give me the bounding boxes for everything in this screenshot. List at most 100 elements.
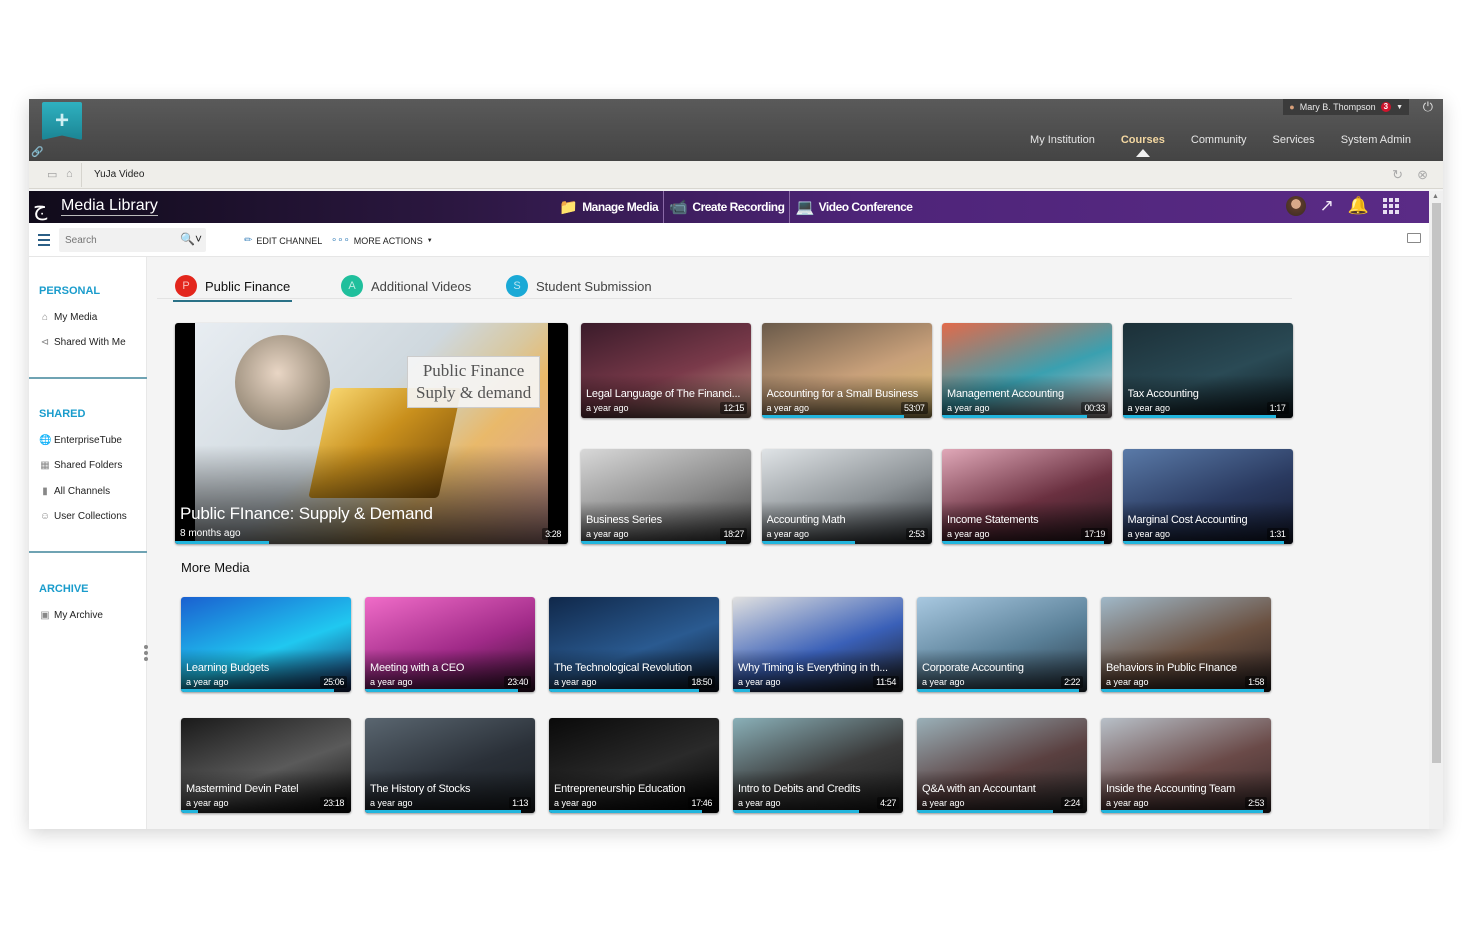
search-icon[interactable]: 🔍˅	[180, 232, 202, 246]
search-input[interactable]	[59, 228, 169, 252]
video-duration: 17:19	[1081, 528, 1108, 540]
video-card[interactable]: Corporate Accounting a year ago 2:22	[917, 597, 1087, 692]
nav-community[interactable]: Community	[1191, 134, 1247, 146]
watch-progress-bar	[181, 810, 198, 813]
user-name: Mary B. Thompson	[1299, 102, 1376, 112]
more-actions-button[interactable]: ∘∘∘ MORE ACTIONS ▼	[331, 235, 433, 246]
bell-icon[interactable]: 🔔	[1348, 196, 1369, 216]
manage-media-button[interactable]: 📁 Manage Media	[554, 191, 665, 223]
external-link-icon[interactable]: ↗	[1320, 196, 1334, 216]
sidebar-item-all-channels[interactable]: ▮ All Channels	[39, 486, 110, 497]
sidebar-item-enterprisetube[interactable]: 🌐 EnterpriseTube	[39, 435, 122, 446]
video-conference-icon: 💻	[795, 199, 814, 216]
video-card[interactable]: Business Series a year ago 18:27	[581, 449, 751, 544]
video-duration: 4:27	[877, 797, 899, 809]
video-card[interactable]: Why Timing is Everything in th... a year…	[733, 597, 903, 692]
video-age: a year ago	[738, 798, 781, 808]
tab-avatar: S	[506, 275, 528, 297]
video-card[interactable]: Learning Budgets a year ago 25:06	[181, 597, 351, 692]
avatar[interactable]	[1285, 196, 1306, 216]
video-duration: 1:13	[509, 797, 531, 809]
video-title: Public FInance: Supply & Demand	[180, 504, 433, 523]
watch-progress-bar	[1122, 415, 1276, 418]
video-card[interactable]: Accounting Math a year ago 2:53	[761, 449, 932, 544]
sidebar-item-my-media[interactable]: ⌂ My Media	[39, 312, 97, 323]
sidebar-item-user-collections[interactable]: ☺ User Collections	[39, 511, 127, 522]
more-media-heading: More Media	[181, 560, 250, 575]
video-age: a year ago	[586, 403, 629, 413]
scroll-up-icon[interactable]: ▲	[1432, 193, 1439, 200]
divider	[81, 163, 82, 187]
more-actions-label: MORE ACTIONS	[353, 235, 423, 246]
scrollbar-thumb[interactable]	[1432, 203, 1441, 763]
home-icon: ⌂	[41, 312, 49, 323]
create-recording-label: Create Recording	[692, 200, 785, 214]
video-duration: 11:54	[873, 676, 899, 688]
video-age: 8 months ago	[180, 528, 241, 539]
video-card[interactable]: Tax Accounting a year ago 1:17	[1122, 323, 1293, 418]
nav-services[interactable]: Services	[1273, 134, 1315, 146]
video-card[interactable]: Inside the Accounting Team a year ago 2:…	[1101, 718, 1271, 813]
watch-progress-bar	[175, 541, 270, 544]
video-title: Why Timing is Everything in th...	[738, 662, 888, 674]
video-card[interactable]: Management Accounting a year ago 00:33	[942, 323, 1112, 418]
hamburger-menu-icon[interactable]	[38, 234, 50, 249]
sidebar-item-shared-with-me[interactable]: ⊲ Shared With Me	[39, 337, 126, 348]
nav-system-admin[interactable]: System Admin	[1341, 134, 1411, 146]
pencil-icon: ✏	[244, 235, 253, 246]
eye-icon[interactable]: ↻	[1392, 167, 1403, 183]
video-title: Tax Accounting	[1127, 388, 1199, 400]
chevron-down-icon: ▼	[426, 237, 433, 244]
video-conference-button[interactable]: 💻 Video Conference	[790, 191, 917, 223]
video-duration: 2:22	[1061, 676, 1083, 688]
power-icon[interactable]: ⏻	[1423, 99, 1433, 115]
video-card[interactable]: Accounting for a Small Business a year a…	[761, 323, 932, 418]
video-card[interactable]: Q&A with an Accountant a year ago 2:24	[917, 718, 1087, 813]
browser-window: + 🔗 ● Mary B. Thompson 3 ▼ ⏻ My Institut…	[29, 99, 1443, 829]
vertical-scrollbar[interactable]: ▲	[1429, 191, 1443, 829]
sidebar-item-my-archive[interactable]: ▣ My Archive	[39, 610, 103, 621]
drag-handle[interactable]	[144, 645, 148, 663]
video-card[interactable]: Marginal Cost Accounting a year ago 1:31	[1122, 449, 1293, 544]
lms-logo[interactable]: +	[42, 102, 82, 140]
home-icon[interactable]: ⌂	[66, 168, 73, 180]
page-title[interactable]: Media Library	[61, 197, 158, 216]
apps-grid-icon[interactable]	[1383, 198, 1399, 214]
close-icon[interactable]: ⊗	[1417, 167, 1428, 183]
user-icon: ☺	[39, 511, 51, 522]
video-duration: 25:06	[320, 676, 347, 688]
video-card[interactable]: The Technological Revolution a year ago …	[549, 597, 719, 692]
video-card[interactable]: Intro to Debits and Credits a year ago 4…	[733, 718, 903, 813]
tab-public-finance[interactable]: P Public Finance	[172, 273, 293, 302]
edit-channel-button[interactable]: ✏ EDIT CHANNEL	[244, 235, 322, 246]
video-card[interactable]: Meeting with a CEO a year ago 23:40	[365, 597, 535, 692]
monitor-icon[interactable]	[1407, 233, 1421, 243]
nav-courses[interactable]: Courses	[1121, 134, 1165, 157]
video-card[interactable]: Behaviors in Public FInance a year ago 1…	[1101, 597, 1271, 692]
watch-progress-bar	[549, 810, 702, 813]
user-menu[interactable]: ● Mary B. Thompson 3 ▼	[1283, 99, 1409, 115]
sidebar-item-label: All Channels	[54, 486, 111, 497]
video-card[interactable]: Mastermind Devin Patel a year ago 23:18	[181, 718, 351, 813]
video-card[interactable]: The History of Stocks a year ago 1:13	[365, 718, 535, 813]
sidebar-item-label: My Archive	[54, 610, 103, 621]
video-age: a year ago	[1127, 529, 1171, 539]
tab-student-submission[interactable]: S Student Submission	[506, 273, 652, 299]
create-recording-button[interactable]: 📹 Create Recording	[664, 191, 791, 223]
tab-additional-videos[interactable]: A Additional Videos	[341, 273, 471, 299]
watch-progress-bar	[733, 810, 859, 813]
video-title: Legal Language of The Financi...	[586, 388, 741, 400]
watch-progress-bar	[942, 541, 1104, 544]
video-card[interactable]: Legal Language of The Financi... a year …	[581, 323, 751, 418]
nav-my-institution[interactable]: My Institution	[1030, 134, 1095, 146]
featured-video-card[interactable]: Public Finance Suply & demand Public FIn…	[175, 323, 568, 544]
breadcrumb-bar: ▭ ⌂ YuJa Video ↻ ⊗	[29, 161, 1443, 189]
sidebar-item-label: Shared Folders	[54, 460, 123, 471]
record-icon: 📹	[669, 199, 688, 216]
window-icon[interactable]: ▭	[47, 168, 57, 181]
video-card[interactable]: Entrepreneurship Education a year ago 17…	[549, 718, 719, 813]
sidebar-item-shared-folders[interactable]: ▦ Shared Folders	[39, 460, 122, 471]
sidebar: PERSONAL ⌂ My Media ⊲ Shared With Me SHARE…	[29, 257, 148, 829]
video-card[interactable]: Income Statements a year ago 17:19	[942, 449, 1112, 544]
edit-channel-label: EDIT CHANNEL	[256, 235, 323, 246]
